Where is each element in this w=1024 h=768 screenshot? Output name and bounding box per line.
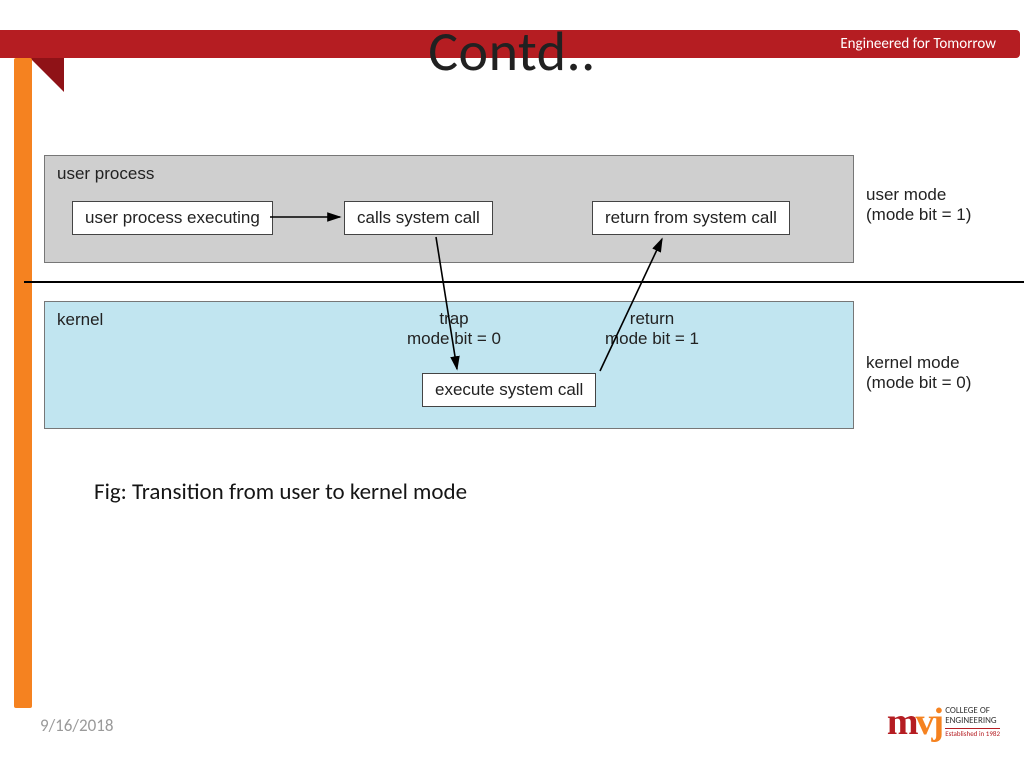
return-annotation: return mode bit = 1 [592,309,712,349]
user-mode-caption-line1: user mode [866,185,946,204]
logo-established: Established in 1982 [945,729,1000,738]
logo-m: m [887,701,916,743]
kernel-mode-caption: kernel mode (mode bit = 0) [866,353,1016,393]
slide-title: Contd.. [0,18,1024,86]
node-execute-system-call: execute system call [422,373,596,407]
node-user-process-executing: user process executing [72,201,273,235]
diagram-container: user process kernel user process executi… [44,155,1010,455]
figure-caption: Fig: Transition from user to kernel mode [94,478,467,506]
side-bar-decoration [14,58,32,708]
kernel-mode-caption-line1: kernel mode [866,353,960,372]
college-logo: mvj COLLEGE OF ENGINEERING Established i… [887,700,1000,744]
kernel-mode-caption-line2: (mode bit = 0) [866,373,971,392]
node-return-from-system-call: return from system call [592,201,790,235]
kernel-block-label: kernel [57,310,103,330]
user-block-label: user process [57,164,154,184]
trap-line2: mode bit = 0 [407,329,501,348]
return-line1: return [630,309,674,328]
mode-divider-line [24,281,1024,283]
node-calls-system-call: calls system call [344,201,493,235]
return-line2: mode bit = 1 [605,329,699,348]
trap-annotation: trap mode bit = 0 [394,309,514,349]
trap-line1: trap [439,309,468,328]
user-mode-caption: user mode (mode bit = 1) [866,185,1016,225]
footer-date: 9/16/2018 [40,715,113,736]
user-mode-caption-line2: (mode bit = 1) [866,205,971,224]
logo-line2: ENGINEERING [945,715,996,726]
logo-vj: vj [916,701,942,743]
